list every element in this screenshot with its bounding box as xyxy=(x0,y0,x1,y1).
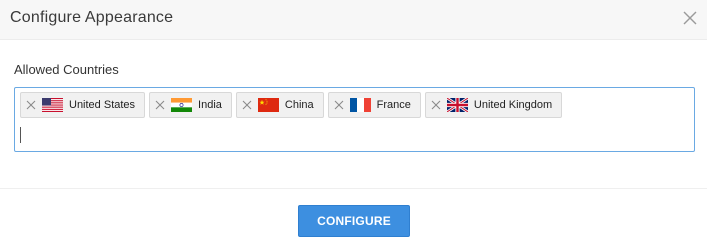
india-flag-icon xyxy=(171,98,193,112)
country-tag-united-kingdom: United Kingdom xyxy=(424,92,563,118)
remove-tag-icon[interactable] xyxy=(431,100,441,110)
configure-appearance-dialog: Configure Appearance Allowed Countries U… xyxy=(0,0,707,248)
allowed-countries-label: Allowed Countries xyxy=(14,62,119,77)
remove-tag-icon[interactable] xyxy=(155,100,165,110)
dialog-body: Allowed Countries United States India Ch… xyxy=(0,41,707,188)
country-tag-france: France xyxy=(327,92,421,118)
remove-tag-icon[interactable] xyxy=(26,100,36,110)
country-tags: United States India China France United … xyxy=(20,92,563,118)
tag-label: China xyxy=(284,99,314,111)
country-tag-china: China xyxy=(235,92,324,118)
remove-tag-icon[interactable] xyxy=(242,100,252,110)
tag-label: France xyxy=(376,99,411,111)
tag-label: United Kingdom xyxy=(473,99,553,111)
france-flag-icon xyxy=(349,98,371,112)
uk-flag-icon xyxy=(446,98,468,112)
remove-tag-icon[interactable] xyxy=(334,100,344,110)
tag-label: United States xyxy=(69,99,136,111)
country-tag-india: India xyxy=(149,92,232,118)
tag-label: India xyxy=(198,99,222,111)
close-icon xyxy=(683,11,697,25)
text-cursor xyxy=(20,127,21,143)
us-flag-icon xyxy=(42,98,63,112)
dialog-title: Configure Appearance xyxy=(10,9,174,26)
configure-button[interactable]: CONFIGURE xyxy=(298,205,410,237)
allowed-countries-input[interactable]: United States India China France United … xyxy=(14,87,695,152)
dialog-header: Configure Appearance xyxy=(0,0,707,40)
china-flag-icon xyxy=(257,98,279,112)
close-button[interactable] xyxy=(681,9,699,27)
country-tag-united-states: United States xyxy=(20,92,146,118)
dialog-footer: CONFIGURE xyxy=(0,188,707,248)
